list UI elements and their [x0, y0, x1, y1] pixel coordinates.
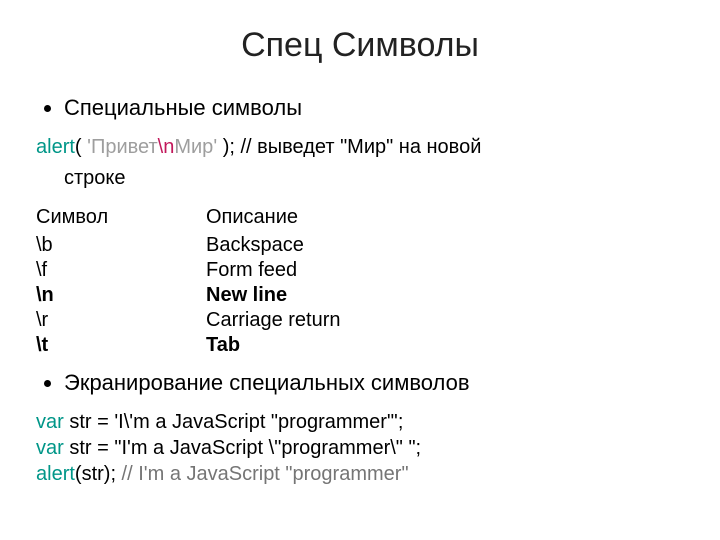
table-header-desc: Описание: [206, 206, 381, 233]
code-rest-2: str = "I'm a JavaScript \"programmer\" "…: [64, 437, 421, 459]
escape-table: Символ Описание \b Backspace \f Form fee…: [36, 206, 381, 358]
code-escape-n: \n: [158, 136, 175, 158]
code-comment-3: // I'm a JavaScript "programmer": [116, 463, 409, 485]
table-cell-desc: Form feed: [206, 258, 381, 283]
table-header-row: Символ Описание: [36, 206, 381, 233]
code-fn-alert: alert: [36, 136, 75, 158]
code-close-paren: );: [217, 136, 235, 158]
code-line-1: var str = 'I\'m a JavaScript "programmer…: [36, 409, 684, 435]
code-example-1: alert( 'Привет\nМир' ); // выведет "Мир"…: [36, 134, 684, 161]
table-row: \t Tab: [36, 333, 381, 358]
table-row: \r Carriage return: [36, 308, 381, 333]
bullet-special-chars: Специальные символы: [64, 93, 684, 124]
table-row: \n New line: [36, 283, 381, 308]
bullet-escaping: Экранирование специальных символов: [64, 368, 684, 399]
code-open-paren: (: [75, 136, 87, 158]
code-str-part2: Мир: [174, 136, 213, 158]
table-cell-desc: Carriage return: [206, 308, 381, 333]
slide: Спец Символы Специальные символы alert( …: [0, 0, 720, 540]
table-cell-symbol: \t: [36, 333, 206, 358]
code-kw-var: var: [36, 437, 64, 459]
table-cell-desc: New line: [206, 283, 381, 308]
table-cell-desc: Tab: [206, 333, 381, 358]
table-cell-desc: Backspace: [206, 233, 381, 258]
table-row: \b Backspace: [36, 233, 381, 258]
table-cell-symbol: \f: [36, 258, 206, 283]
code-example-2: var str = 'I\'m a JavaScript "programmer…: [36, 409, 684, 487]
table-header-symbol: Символ: [36, 206, 206, 233]
code-fn-alert: alert: [36, 463, 75, 485]
code-example-1-cont: строке: [64, 165, 684, 192]
table-cell-symbol: \r: [36, 308, 206, 333]
table-cell-symbol: \b: [36, 233, 206, 258]
code-call-3: (str);: [75, 463, 116, 485]
code-line-3: alert(str); // I'm a JavaScript "program…: [36, 461, 684, 487]
slide-title: Спец Символы: [36, 26, 684, 65]
bullet-list-1: Специальные символы: [36, 93, 684, 124]
code-line-2: var str = "I'm a JavaScript \"programmer…: [36, 435, 684, 461]
bullet-list-2: Экранирование специальных символов: [36, 368, 684, 399]
table-cell-symbol: \n: [36, 283, 206, 308]
table-row: \f Form feed: [36, 258, 381, 283]
code-comment-1: // выведет "Мир" на новой: [235, 136, 481, 158]
code-str-part1: Привет: [91, 136, 158, 158]
code-kw-var: var: [36, 411, 64, 433]
code-rest-1: str = 'I\'m a JavaScript "programmer"';: [64, 411, 404, 433]
